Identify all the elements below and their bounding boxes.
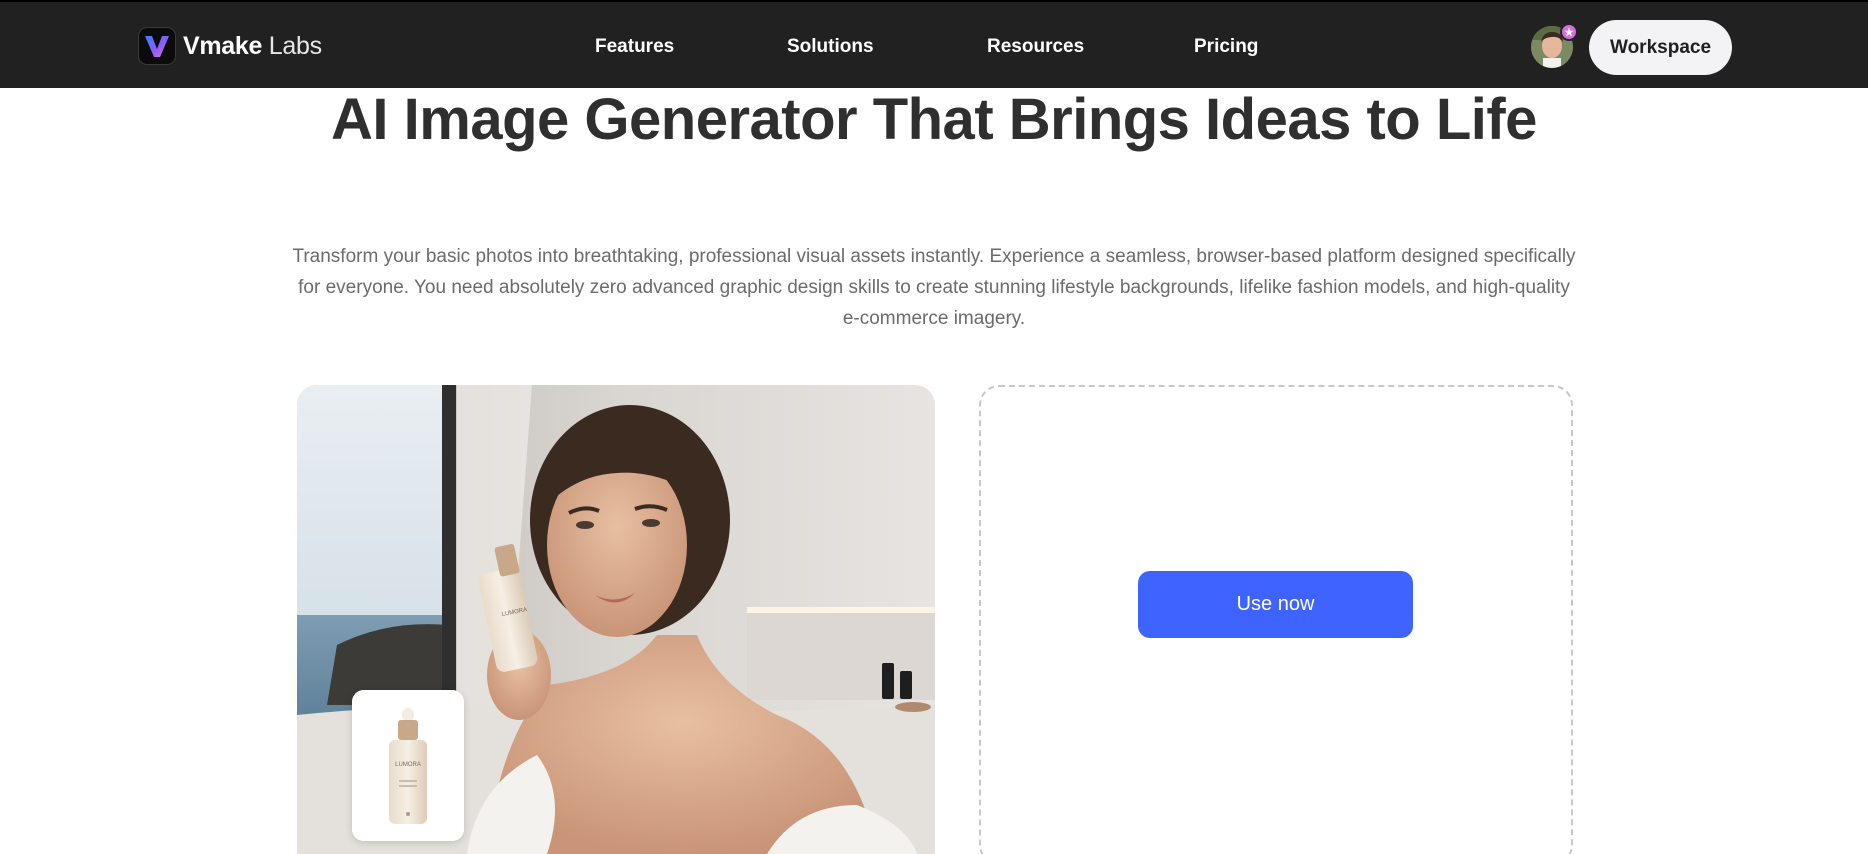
nav-solutions[interactable]: Solutions — [787, 36, 874, 58]
product-thumbnail[interactable]: LUMORA — [352, 690, 464, 841]
thumb-bottle-label: LUMORA — [395, 762, 421, 768]
top-nav: Vmake Labs Features Solutions Resources … — [0, 0, 1868, 88]
main-nav: Features Solutions Resources Pricing — [0, 2, 1868, 90]
hero-description: Transform your basic photos into breatht… — [292, 246, 1576, 329]
use-now-button[interactable]: Use now — [1138, 571, 1413, 638]
nav-resources[interactable]: Resources — [987, 36, 1084, 58]
page-title: AI Image Generator That Brings Ideas to … — [331, 87, 1537, 152]
nav-pricing[interactable]: Pricing — [1194, 36, 1258, 58]
workspace-button[interactable]: Workspace — [1589, 20, 1732, 75]
star-badge-icon — [1560, 23, 1578, 41]
nav-features[interactable]: Features — [595, 36, 674, 58]
